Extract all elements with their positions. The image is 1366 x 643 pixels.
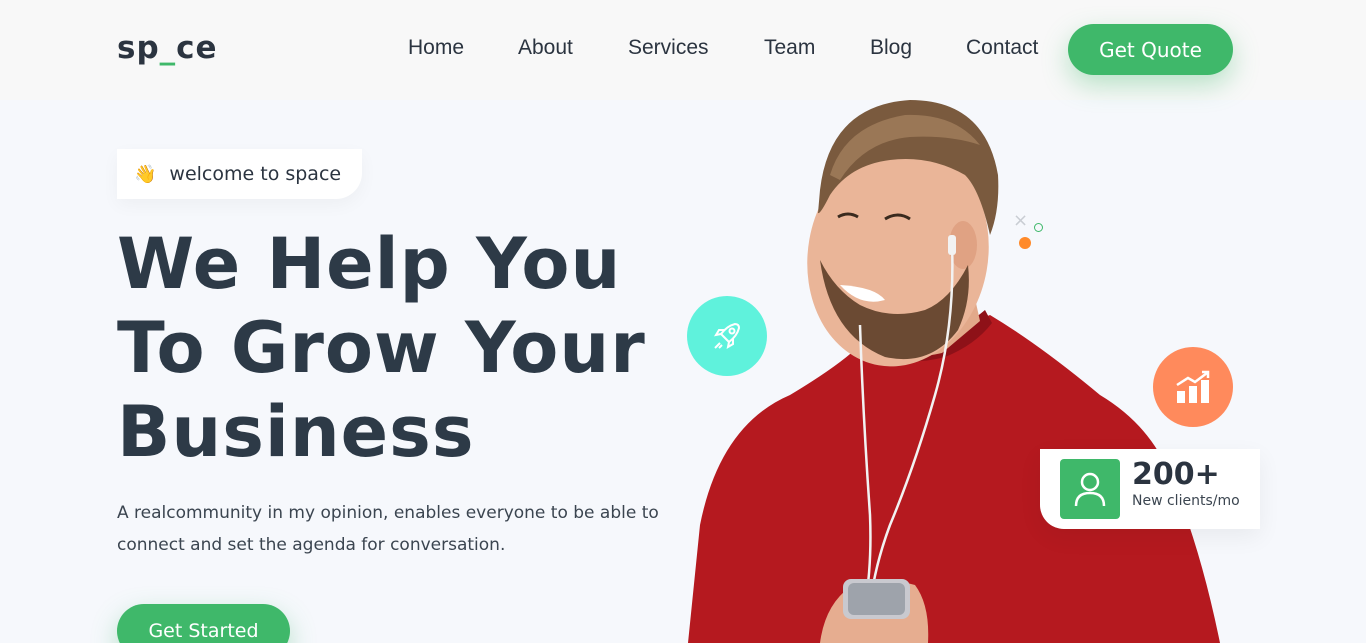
stat-card: 200+ New clients/mo xyxy=(1040,449,1260,529)
rocket-icon xyxy=(713,322,741,350)
nav-contact[interactable]: Contact xyxy=(966,36,1038,60)
rocket-badge xyxy=(687,296,767,376)
get-started-button[interactable]: Get Started xyxy=(117,604,290,643)
hero-headline: We Help You To Grow Your Business xyxy=(117,222,646,474)
close-decoration-icon: × xyxy=(1013,210,1029,231)
growth-badge xyxy=(1153,347,1233,427)
nav-services[interactable]: Services xyxy=(628,36,709,60)
hero-description: A realcommunity in my opinion, enables e… xyxy=(117,503,659,555)
headline-line-1: We Help You xyxy=(117,223,622,305)
nav-blog[interactable]: Blog xyxy=(870,36,912,60)
headline-line-3: Business xyxy=(117,391,475,473)
nav-about[interactable]: About xyxy=(518,36,573,60)
bar-chart-icon xyxy=(1176,370,1210,403)
ring-decoration xyxy=(1034,223,1043,232)
waving-hand-icon: 👋 xyxy=(134,163,157,185)
site-header: sp_ce Home About Services Team Blog Cont… xyxy=(0,0,1366,100)
stat-number: 200+ xyxy=(1132,457,1220,492)
get-quote-button[interactable]: Get Quote xyxy=(1068,24,1233,75)
welcome-text: welcome to space xyxy=(169,163,342,185)
dot-decoration xyxy=(1019,237,1031,249)
nav-home[interactable]: Home xyxy=(408,36,464,60)
stat-label: New clients/mo xyxy=(1132,493,1240,509)
nav-team[interactable]: Team xyxy=(764,36,815,60)
headline-line-2: To Grow Your xyxy=(117,307,646,389)
user-icon xyxy=(1060,459,1120,519)
welcome-badge: 👋 welcome to space xyxy=(117,149,362,199)
